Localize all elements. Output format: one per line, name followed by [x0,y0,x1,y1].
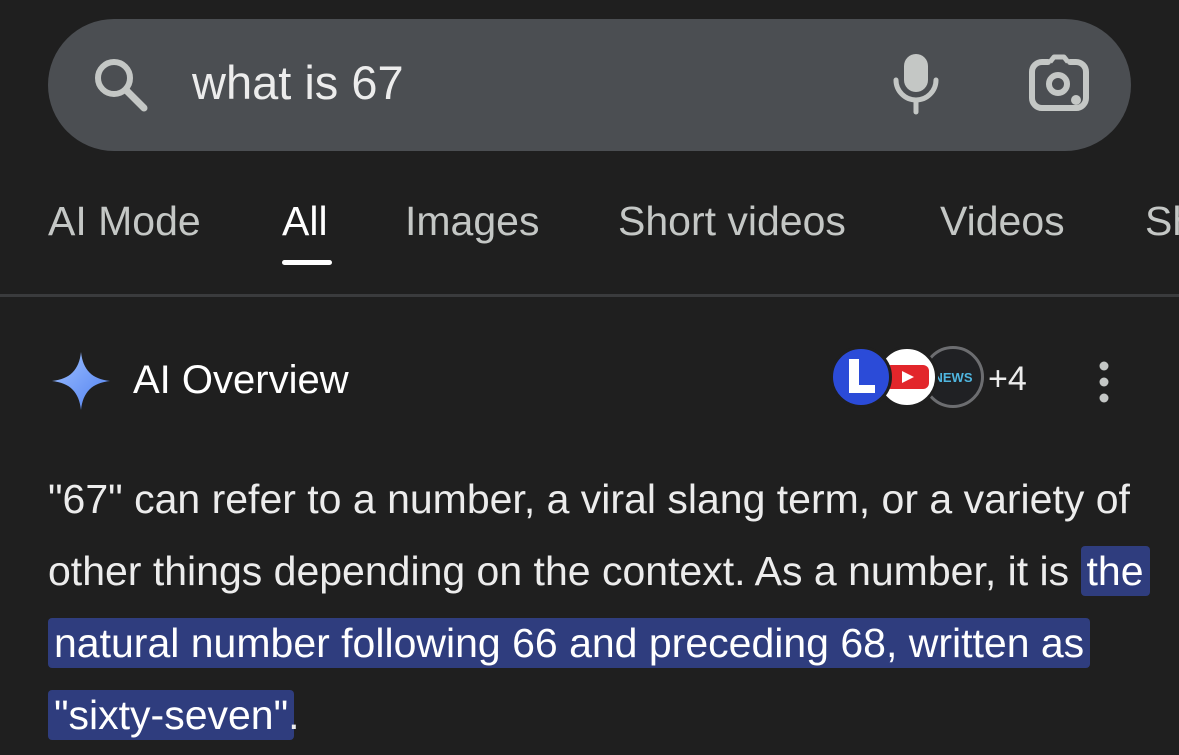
overview-text-part: . [288,692,300,738]
ai-overview-title: AI Overview [133,358,349,402]
tab-images[interactable]: Images [405,190,539,252]
tab-short-videos[interactable]: Short videos [618,190,846,252]
tabs-divider [0,294,1179,297]
search-icon[interactable] [88,52,154,118]
overview-text-part: "67" can refer to a number, a viral slan… [48,476,1130,594]
ai-sparkle-icon [52,352,110,410]
source-avatars[interactable]: NEWS +4 [830,346,1040,412]
google-lens-icon[interactable] [1026,54,1092,116]
svg-text:NEWS: NEWS [934,370,973,385]
sources-more-count[interactable]: +4 [988,348,1027,410]
source-logo-icon [849,359,875,393]
ai-overview-text: "67" can refer to a number, a viral slan… [48,463,1150,751]
tab-shopping[interactable]: Sh [1145,190,1179,252]
microphone-icon[interactable] [888,50,944,116]
search-input[interactable]: what is 67 [192,52,404,114]
source-avatar[interactable] [830,346,892,408]
active-tab-indicator [282,260,332,265]
tab-videos[interactable]: Videos [940,190,1065,252]
tab-ai-mode[interactable]: AI Mode [48,190,201,252]
more-vert-icon[interactable] [1090,360,1118,404]
tab-all[interactable]: All [282,190,328,252]
search-tabs: AI Mode All Images Short videos Videos S… [0,190,1179,270]
